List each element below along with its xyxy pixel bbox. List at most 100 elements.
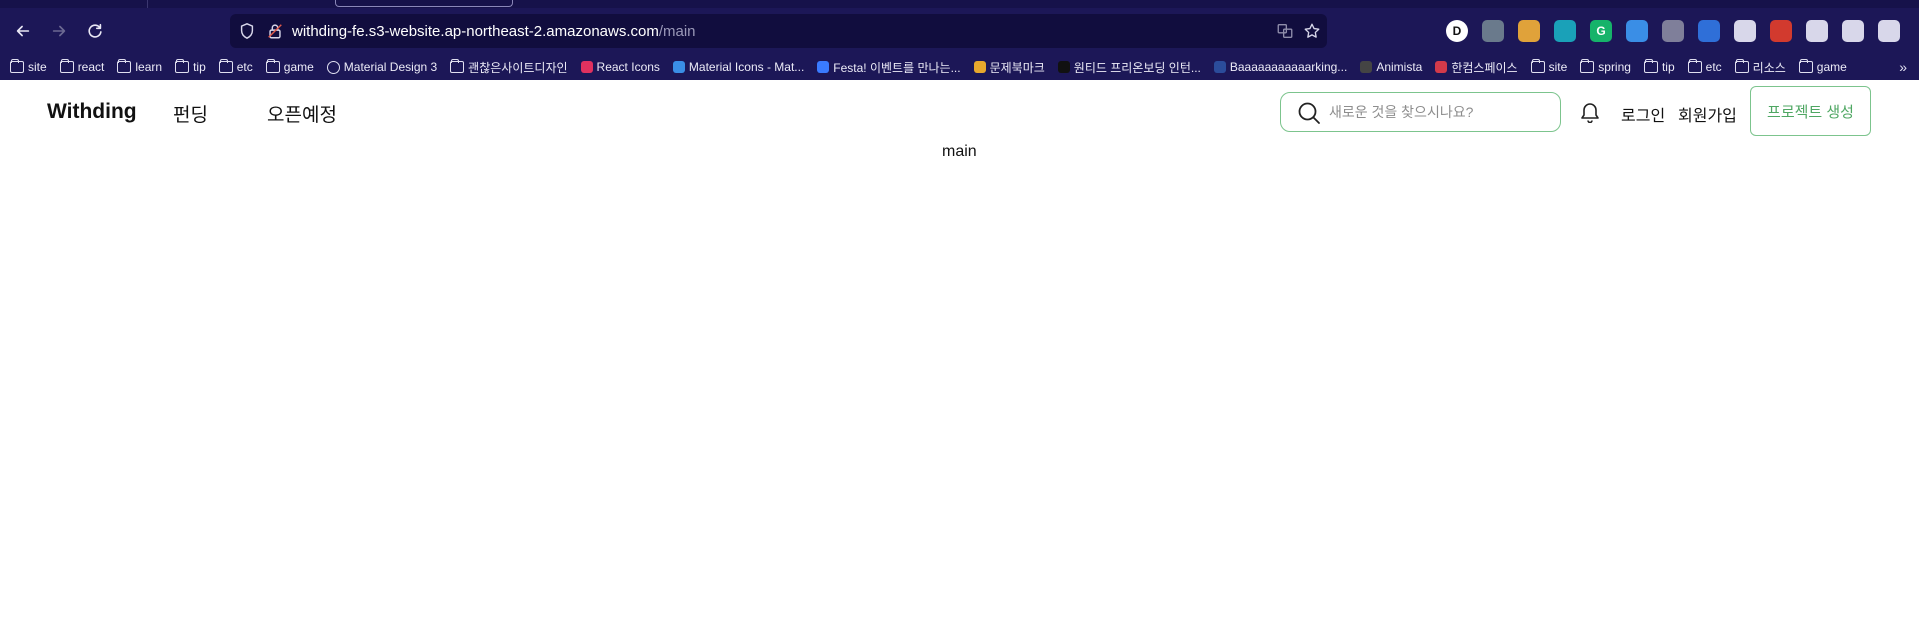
bookmark-item[interactable]: site: [10, 59, 47, 74]
bookmark-item[interactable]: etc: [1687, 59, 1722, 74]
bookmark-item[interactable]: Animista: [1360, 60, 1422, 74]
translate-icon[interactable]: [1276, 22, 1294, 40]
extension-icon[interactable]: [1842, 20, 1864, 42]
bookmark-label: 원티드 프리온보딩 인턴...: [1073, 60, 1201, 75]
shield-icon[interactable]: [238, 22, 256, 40]
bookmark-label: 문제북마크: [989, 60, 1045, 75]
bookmark-label: learn: [135, 60, 163, 74]
bookmark-label: react: [77, 60, 105, 74]
url-text[interactable]: withding-fe.s3-website.ap-northeast-2.am…: [292, 23, 696, 40]
bookmark-item[interactable]: React Icons: [580, 60, 660, 74]
reload-icon[interactable]: [80, 16, 110, 46]
extension-icon[interactable]: [1698, 20, 1720, 42]
bookmark-item[interactable]: 한컴스페이스: [1435, 59, 1518, 76]
bookmark-label: game: [1816, 60, 1847, 74]
bookmark-label: 리소스: [1752, 60, 1786, 75]
bookmark-item[interactable]: site: [1530, 59, 1567, 74]
bookmarks-bar: site react learn tip etc game Material Design …: [0, 54, 1919, 80]
favicon-icon: [1213, 61, 1226, 73]
extension-icon[interactable]: [1806, 20, 1828, 42]
bookmark-item[interactable]: 괜찮은사이트디자인: [450, 59, 568, 76]
bookmark-item[interactable]: Material Icons - Mat...: [672, 60, 805, 74]
bookmark-item[interactable]: game: [1798, 59, 1847, 74]
url-host: withding-fe.s3-website.ap-northeast-2.am…: [292, 23, 659, 40]
login-link[interactable]: 로그인: [1621, 102, 1665, 126]
folder-icon: [1580, 59, 1595, 73]
nav-upcoming[interactable]: 오픈예정: [267, 100, 337, 127]
favicon-icon: [1360, 61, 1373, 73]
favicon-icon: [672, 61, 685, 73]
back-icon[interactable]: [8, 16, 38, 46]
bookmark-label: game: [283, 60, 314, 74]
lock-icon[interactable]: [266, 22, 284, 40]
extension-icon[interactable]: [1554, 20, 1576, 42]
bookmark-item[interactable]: tip: [1643, 59, 1675, 74]
search-icon: [1298, 102, 1320, 124]
folder-icon: [450, 59, 465, 73]
active-tab[interactable]: [335, 0, 513, 7]
favicon-icon: [973, 61, 986, 73]
star-icon[interactable]: [1303, 22, 1321, 40]
address-bar[interactable]: withding-fe.s3-website.ap-northeast-2.am…: [230, 14, 1327, 48]
extension-icon[interactable]: [1518, 20, 1540, 42]
bookmark-label: Material Design 3: [343, 60, 438, 74]
tab-separator: [147, 0, 148, 8]
favicon-icon: [1057, 61, 1070, 73]
extension-icon[interactable]: [1626, 20, 1648, 42]
bookmark-item[interactable]: spring: [1580, 59, 1631, 74]
extension-icon[interactable]: [1482, 20, 1504, 42]
bookmark-label: Animista: [1376, 60, 1423, 74]
folder-icon: [10, 59, 24, 73]
bookmark-label: Material Icons - Mat...: [688, 60, 805, 74]
bookmark-label: 한컴스페이스: [1451, 60, 1518, 75]
folder-icon: [265, 59, 280, 73]
folder-icon: [1530, 59, 1545, 73]
search-input[interactable]: [1329, 101, 1549, 123]
bookmark-label: etc: [236, 60, 253, 74]
bookmark-item[interactable]: Baaaaaaaaaaarking...: [1213, 60, 1347, 74]
bookmark-label: tip: [193, 60, 206, 74]
create-project-button[interactable]: 프로젝트 생성: [1750, 86, 1871, 136]
bookmark-item[interactable]: 리소스: [1734, 59, 1786, 76]
bookmark-item[interactable]: react: [59, 59, 105, 74]
bookmark-label: React Icons: [596, 60, 660, 74]
folder-icon: [1687, 59, 1702, 73]
bookmark-label: 괜찮은사이트디자인: [468, 60, 568, 75]
folder-icon: [1798, 59, 1813, 73]
forward-icon[interactable]: [44, 16, 74, 46]
extension-icon[interactable]: D: [1446, 20, 1468, 42]
bell-icon[interactable]: [1580, 101, 1600, 123]
extension-icon[interactable]: [1770, 20, 1792, 42]
tab-strip: [0, 0, 1919, 8]
folder-icon: [117, 59, 132, 73]
favicon-icon: [817, 61, 830, 73]
bookmark-label: Festa! 이벤트를 만나는...: [833, 60, 961, 75]
site-logo[interactable]: Withding: [47, 100, 137, 124]
search-box[interactable]: [1280, 92, 1561, 132]
site-header: Withding 펀딩 오픈예정 로그인 회원가입 프로젝트 생성: [0, 80, 1919, 144]
nav-funding[interactable]: 펀딩: [173, 100, 208, 127]
extension-icon[interactable]: [1662, 20, 1684, 42]
bookmark-item[interactable]: tip: [175, 59, 206, 74]
folder-icon: [1643, 59, 1658, 73]
browser-toolbar: withding-fe.s3-website.ap-northeast-2.am…: [0, 8, 1919, 54]
bookmark-item[interactable]: game: [265, 59, 314, 74]
extension-icon[interactable]: [1878, 20, 1900, 42]
chevron-right-double-icon[interactable]: »: [1899, 59, 1907, 75]
bookmark-item[interactable]: Material Design 3: [326, 60, 438, 74]
extension-icon[interactable]: [1734, 20, 1756, 42]
bookmark-label: tip: [1661, 60, 1675, 74]
main-content-text: main: [942, 143, 977, 160]
favicon-icon: [580, 61, 593, 73]
bookmark-item[interactable]: learn: [117, 59, 163, 74]
favicon-icon: [1435, 61, 1448, 73]
bookmark-item[interactable]: 원티드 프리온보딩 인턴...: [1057, 59, 1201, 76]
globe-icon: [326, 60, 340, 74]
extension-icon[interactable]: G: [1590, 20, 1612, 42]
bookmark-item[interactable]: 문제북마크: [973, 59, 1045, 76]
folder-icon: [59, 59, 74, 73]
bookmark-item[interactable]: etc: [218, 59, 253, 74]
bookmark-item[interactable]: Festa! 이벤트를 만나는...: [817, 59, 961, 76]
signup-link[interactable]: 회원가입: [1678, 102, 1737, 126]
extension-toolbar: DG: [1446, 20, 1914, 42]
